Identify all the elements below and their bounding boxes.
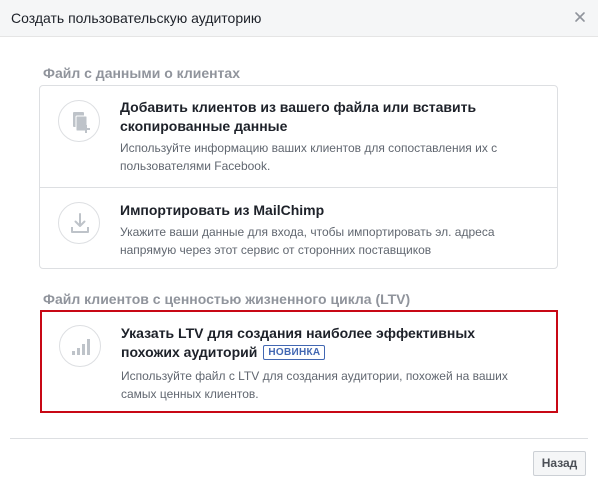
option-title: Добавить клиентов из вашего файла или вс… <box>120 99 477 134</box>
customer-file-section-title: Файл с данными о клиентах <box>43 65 240 81</box>
back-button[interactable]: Назад <box>533 451 586 476</box>
option-description: Используйте файл с LTV для создания ауди… <box>121 369 508 401</box>
document-add-icon <box>58 100 100 142</box>
option-title: Указать LTV для создания наиболее эффект… <box>121 324 536 362</box>
import-icon <box>58 202 100 244</box>
customer-file-options: Добавить клиентов из вашего файла или вс… <box>39 85 558 269</box>
ltv-option[interactable]: Указать LTV для создания наиболее эффект… <box>40 310 558 413</box>
new-badge: НОВИНКА <box>263 345 326 360</box>
close-icon[interactable] <box>574 10 586 22</box>
option-description: Используйте информацию ваших клиентов дл… <box>120 141 498 173</box>
footer-divider <box>10 438 588 439</box>
import-mailchimp-option[interactable]: Импортировать из MailChimp Укажите ваши … <box>40 187 557 269</box>
option-description: Укажите ваши данные для входа, чтобы имп… <box>120 225 495 257</box>
option-title: Импортировать из MailChimp <box>120 202 325 218</box>
bar-chart-icon <box>59 325 101 367</box>
dialog-header: Создать пользовательскую аудиторию <box>0 0 598 37</box>
add-customers-from-file-option[interactable]: Добавить клиентов из вашего файла или вс… <box>40 86 557 187</box>
ltv-section-title: Файл клиентов с ценностью жизненного цик… <box>43 291 411 307</box>
dialog-title: Создать пользовательскую аудиторию <box>11 10 262 26</box>
